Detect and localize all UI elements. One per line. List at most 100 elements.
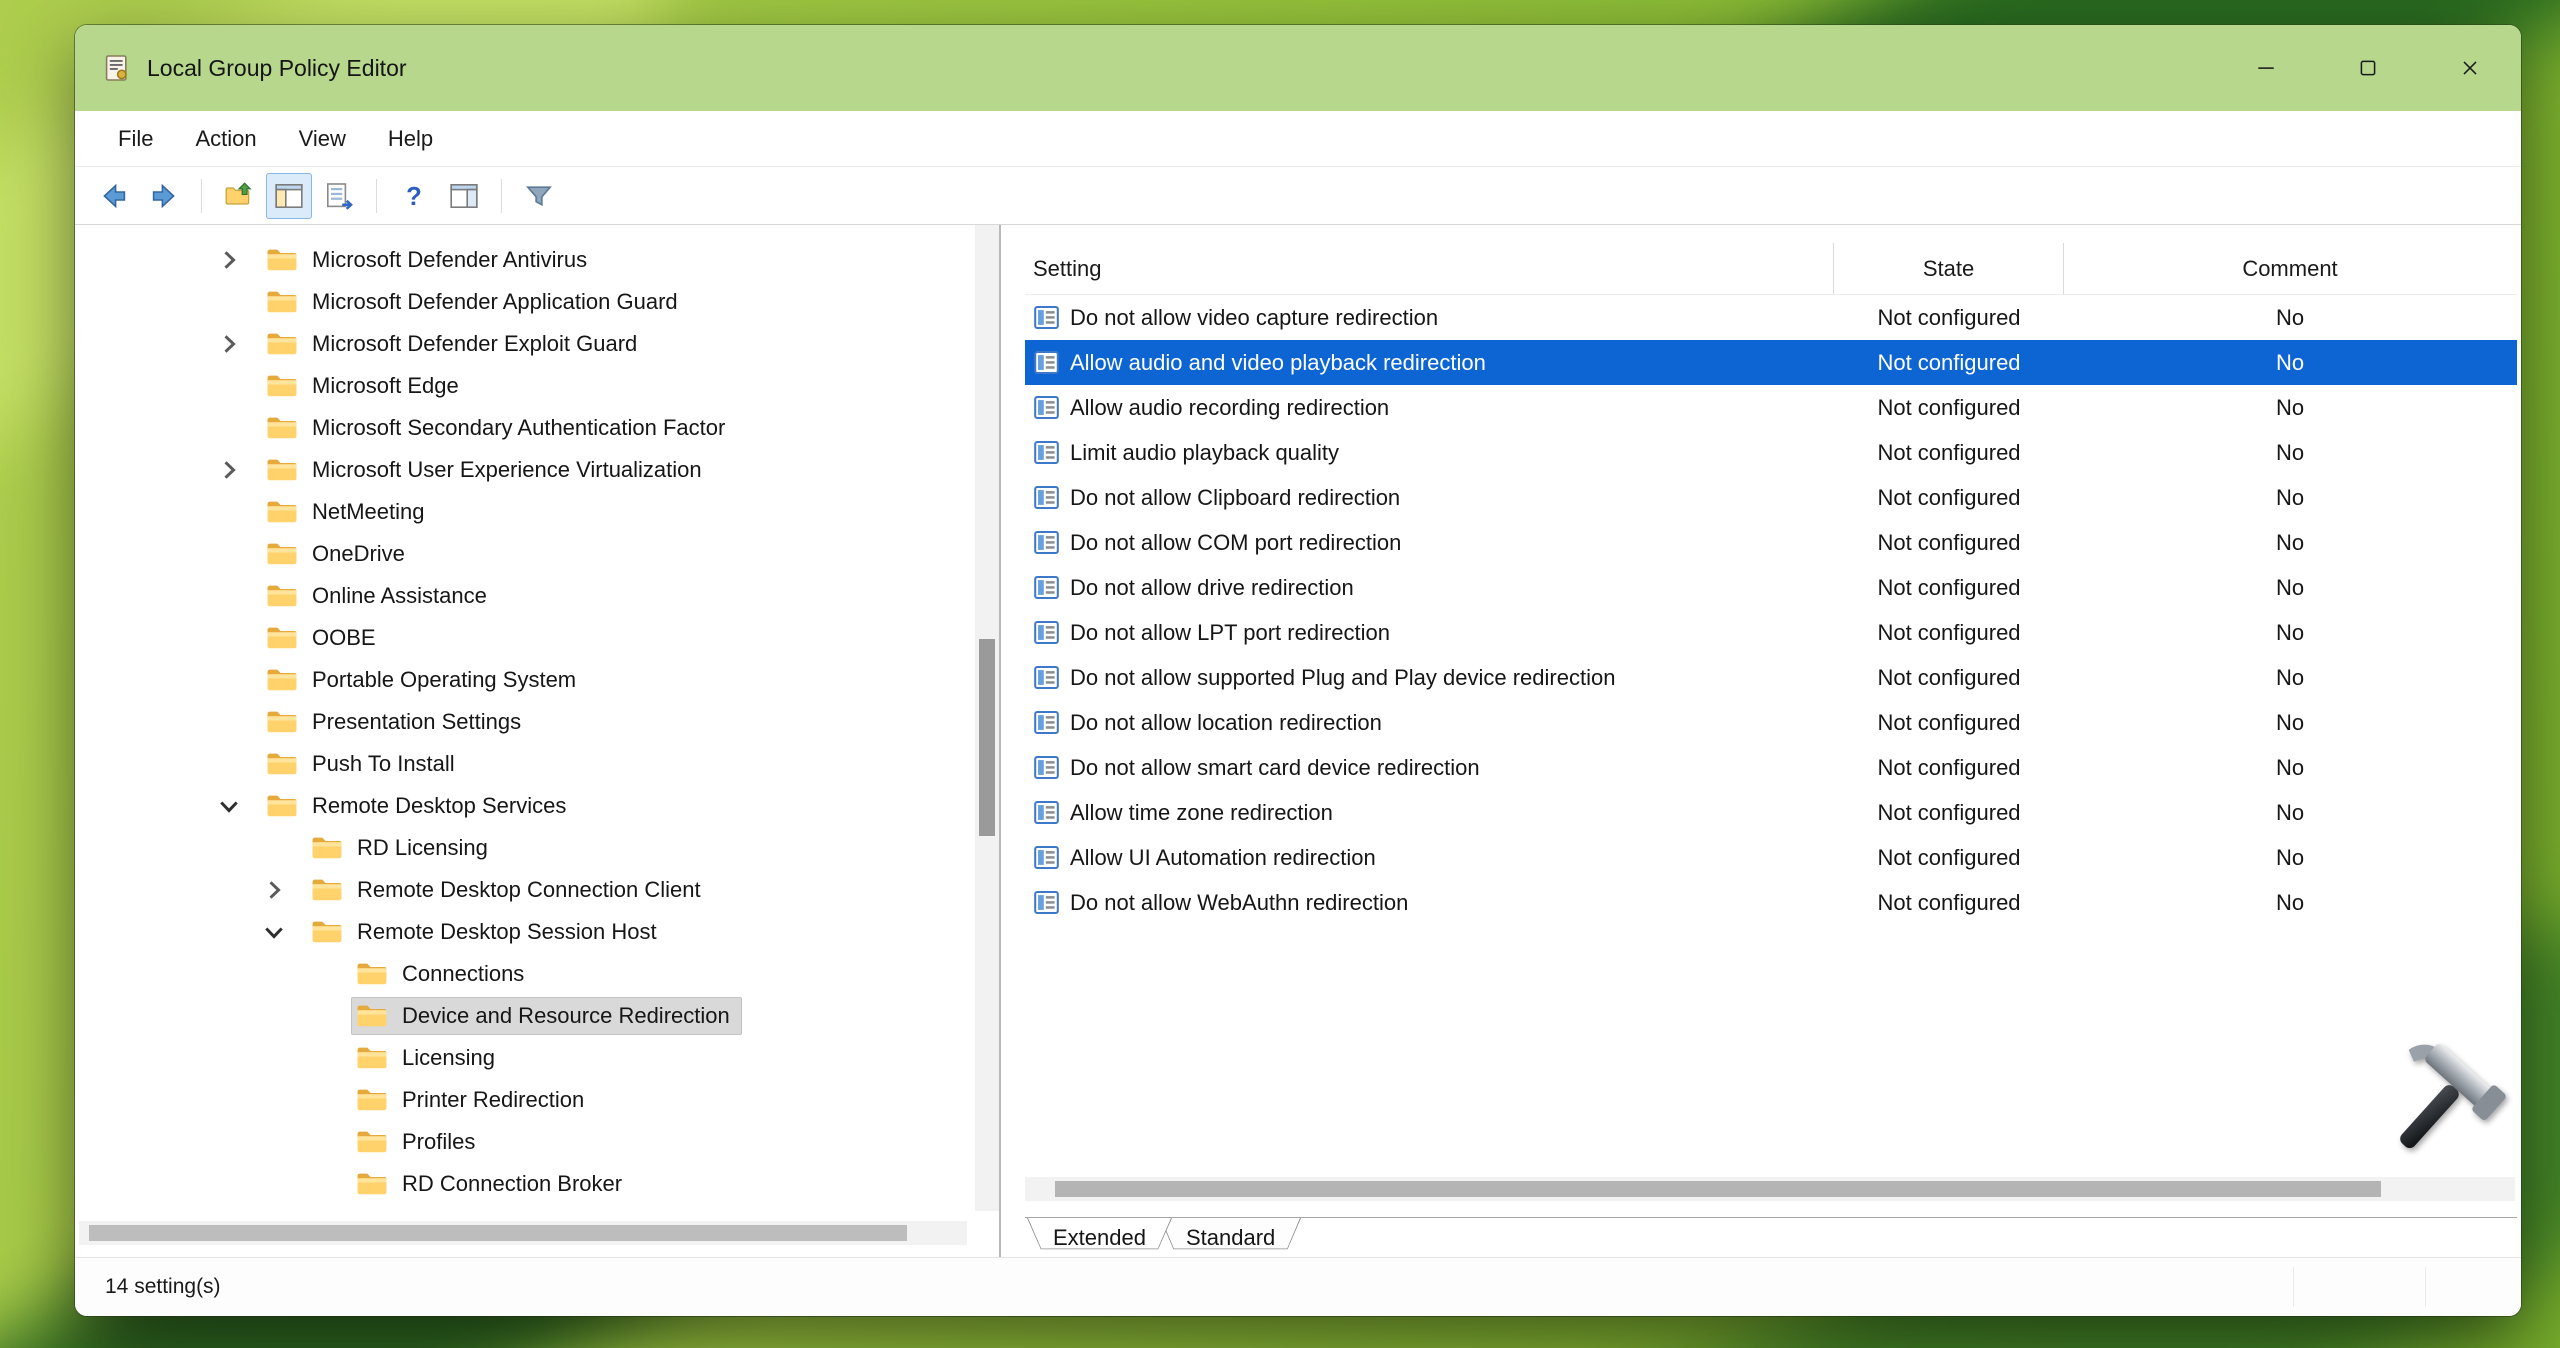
column-header-state[interactable]: State bbox=[1834, 243, 2064, 294]
title-bar[interactable]: Local Group Policy Editor bbox=[75, 25, 2521, 111]
tree-item-remote-desktop-session-host[interactable]: Remote Desktop Session Host bbox=[75, 911, 973, 953]
setting-cell: Do not allow drive redirection bbox=[1025, 574, 1834, 601]
setting-row-do-not-allow-smart-card-device-redirection[interactable]: Do not allow smart card device redirecti… bbox=[1025, 745, 2517, 790]
tree-item-onedrive[interactable]: OneDrive bbox=[75, 533, 973, 575]
tree-item-rd-licensing[interactable]: RD Licensing bbox=[75, 827, 973, 869]
back-icon bbox=[98, 180, 130, 212]
forward-button[interactable] bbox=[141, 173, 187, 219]
folder-icon bbox=[265, 537, 299, 571]
tree-item-label: Microsoft Defender Antivirus bbox=[312, 247, 587, 273]
svg-text:?: ? bbox=[406, 182, 422, 210]
setting-cell: Do not allow smart card device redirecti… bbox=[1025, 754, 1834, 781]
setting-row-allow-ui-automation-redirection[interactable]: Allow UI Automation redirectionNot confi… bbox=[1025, 835, 2517, 880]
column-header-setting[interactable]: Setting bbox=[1025, 243, 1834, 294]
setting-cell: Do not allow COM port redirection bbox=[1025, 529, 1834, 556]
tree-item-microsoft-defender-antivirus[interactable]: Microsoft Defender Antivirus bbox=[75, 239, 973, 281]
chevron-spacer bbox=[215, 623, 261, 653]
setting-row-do-not-allow-video-capture-redirection[interactable]: Do not allow video capture redirectionNo… bbox=[1025, 295, 2517, 340]
tree-item-microsoft-secondary-authentication-factor[interactable]: Microsoft Secondary Authentication Facto… bbox=[75, 407, 973, 449]
menu-file[interactable]: File bbox=[97, 126, 174, 152]
tree-item-highlight: Microsoft User Experience Virtualization bbox=[261, 451, 714, 489]
tree-item-device-and-resource-redirection[interactable]: Device and Resource Redirection bbox=[75, 995, 973, 1037]
folder-icon bbox=[265, 327, 299, 361]
tree-item-presentation-settings[interactable]: Presentation Settings bbox=[75, 701, 973, 743]
help-button[interactable]: ? bbox=[391, 173, 437, 219]
tree-item-microsoft-user-experience-virtualization[interactable]: Microsoft User Experience Virtualization bbox=[75, 449, 973, 491]
tree-vertical-scrollbar[interactable] bbox=[975, 225, 999, 1211]
tree-item-rd-connection-broker[interactable]: RD Connection Broker bbox=[75, 1163, 973, 1205]
setting-row-do-not-allow-com-port-redirection[interactable]: Do not allow COM port redirectionNot con… bbox=[1025, 520, 2517, 565]
tree-item-profiles[interactable]: Profiles bbox=[75, 1121, 973, 1163]
chevron-down-icon[interactable] bbox=[215, 791, 261, 821]
menu-action[interactable]: Action bbox=[174, 126, 277, 152]
scrollbar-thumb[interactable] bbox=[1055, 1181, 2381, 1197]
show-action-pane-button[interactable] bbox=[441, 173, 487, 219]
tree-item-printer-redirection[interactable]: Printer Redirection bbox=[75, 1079, 973, 1121]
export-list-button[interactable] bbox=[316, 173, 362, 219]
tree-item-microsoft-edge[interactable]: Microsoft Edge bbox=[75, 365, 973, 407]
tree-item-online-assistance[interactable]: Online Assistance bbox=[75, 575, 973, 617]
menu-help[interactable]: Help bbox=[367, 126, 454, 152]
tree-item-licensing[interactable]: Licensing bbox=[75, 1037, 973, 1079]
chevron-right-icon[interactable] bbox=[215, 329, 261, 359]
setting-cell: Do not allow WebAuthn redirection bbox=[1025, 889, 1834, 916]
tree-item-oobe[interactable]: OOBE bbox=[75, 617, 973, 659]
tree-item-portable-operating-system[interactable]: Portable Operating System bbox=[75, 659, 973, 701]
folder-icon bbox=[265, 453, 299, 487]
tree-item-label: RD Connection Broker bbox=[402, 1171, 622, 1197]
minimize-button[interactable] bbox=[2215, 25, 2317, 111]
tree-item-label: Microsoft User Experience Virtualization bbox=[312, 457, 702, 483]
filter-button[interactable] bbox=[516, 173, 562, 219]
tree-item-remote-desktop-connection-client[interactable]: Remote Desktop Connection Client bbox=[75, 869, 973, 911]
setting-row-do-not-allow-clipboard-redirection[interactable]: Do not allow Clipboard redirectionNot co… bbox=[1025, 475, 2517, 520]
tab-standard[interactable]: Standard bbox=[1160, 1218, 1301, 1258]
tab-extended[interactable]: Extended bbox=[1027, 1218, 1172, 1258]
column-header-comment[interactable]: Comment bbox=[2064, 243, 2516, 294]
setting-row-allow-audio-recording-redirection[interactable]: Allow audio recording redirectionNot con… bbox=[1025, 385, 2517, 430]
tree-item-label: Push To Install bbox=[312, 751, 455, 777]
view-tabs: ExtendedStandard bbox=[1025, 1217, 2517, 1257]
policy-icon bbox=[1033, 889, 1060, 916]
up-level-icon bbox=[223, 180, 255, 212]
list-horizontal-scrollbar[interactable] bbox=[1025, 1177, 2515, 1201]
tree-item-connections[interactable]: Connections bbox=[75, 953, 973, 995]
folder-icon bbox=[355, 1041, 389, 1075]
setting-row-allow-audio-and-video-playback-redirection[interactable]: Allow audio and video playback redirecti… bbox=[1025, 340, 2517, 385]
setting-row-do-not-allow-supported-plug-and-play-device-redirection[interactable]: Do not allow supported Plug and Play dev… bbox=[1025, 655, 2517, 700]
setting-row-allow-time-zone-redirection[interactable]: Allow time zone redirectionNot configure… bbox=[1025, 790, 2517, 835]
tree-item-highlight: Microsoft Defender Application Guard bbox=[261, 283, 690, 321]
back-button[interactable] bbox=[91, 173, 137, 219]
chevron-down-icon[interactable] bbox=[260, 917, 306, 947]
state-cell: Not configured bbox=[1834, 845, 2064, 871]
up-one-level-button[interactable] bbox=[216, 173, 262, 219]
maximize-button[interactable] bbox=[2317, 25, 2419, 111]
tree-item-microsoft-defender-exploit-guard[interactable]: Microsoft Defender Exploit Guard bbox=[75, 323, 973, 365]
scrollbar-thumb[interactable] bbox=[979, 639, 995, 836]
tree-item-push-to-install[interactable]: Push To Install bbox=[75, 743, 973, 785]
close-icon bbox=[2459, 57, 2481, 79]
chevron-right-icon[interactable] bbox=[215, 245, 261, 275]
toolbar-separator bbox=[501, 179, 502, 213]
chevron-right-icon[interactable] bbox=[260, 875, 306, 905]
tree-item-netmeeting[interactable]: NetMeeting bbox=[75, 491, 973, 533]
chevron-right-icon[interactable] bbox=[215, 455, 261, 485]
tree-horizontal-scrollbar[interactable] bbox=[79, 1221, 967, 1245]
scrollbar-thumb[interactable] bbox=[89, 1225, 907, 1241]
setting-row-do-not-allow-webauthn-redirection[interactable]: Do not allow WebAuthn redirectionNot con… bbox=[1025, 880, 2517, 925]
policy-icon bbox=[1033, 394, 1060, 421]
tree-item-highlight: Remote Desktop Session Host bbox=[306, 913, 669, 951]
close-button[interactable] bbox=[2419, 25, 2521, 111]
show-console-tree-button[interactable] bbox=[266, 173, 312, 219]
tree-item-highlight: OneDrive bbox=[261, 535, 417, 573]
setting-row-do-not-allow-lpt-port-redirection[interactable]: Do not allow LPT port redirectionNot con… bbox=[1025, 610, 2517, 655]
state-cell: Not configured bbox=[1834, 305, 2064, 331]
tree-item-highlight: Online Assistance bbox=[261, 577, 499, 615]
chevron-spacer bbox=[305, 1169, 351, 1199]
setting-row-do-not-allow-location-redirection[interactable]: Do not allow location redirectionNot con… bbox=[1025, 700, 2517, 745]
menu-view[interactable]: View bbox=[278, 126, 367, 152]
setting-name: Allow audio recording redirection bbox=[1070, 395, 1389, 421]
tree-item-remote-desktop-services[interactable]: Remote Desktop Services bbox=[75, 785, 973, 827]
setting-row-do-not-allow-drive-redirection[interactable]: Do not allow drive redirectionNot config… bbox=[1025, 565, 2517, 610]
tree-item-microsoft-defender-application-guard[interactable]: Microsoft Defender Application Guard bbox=[75, 281, 973, 323]
setting-row-limit-audio-playback-quality[interactable]: Limit audio playback qualityNot configur… bbox=[1025, 430, 2517, 475]
